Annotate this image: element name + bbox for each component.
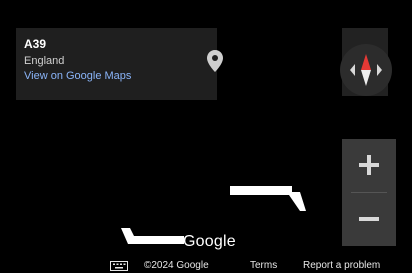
zoom-control (342, 139, 396, 246)
copyright-text: ©2024 Google (144, 260, 209, 271)
place-region: England (24, 55, 65, 67)
road-segment-upper (230, 186, 306, 211)
google-logo: Google (183, 233, 236, 250)
map-viewport[interactable]: A39 England View on Google Maps Google ©… (0, 0, 412, 273)
compass-icon[interactable] (336, 42, 396, 98)
keyboard-icon[interactable] (110, 261, 128, 271)
minus-icon (359, 217, 379, 221)
road-segment-lower (121, 228, 184, 244)
terms-link[interactable]: Terms (250, 258, 277, 273)
zoom-out-button[interactable] (342, 193, 396, 246)
place-card: A39 England View on Google Maps (16, 28, 223, 100)
report-problem-link[interactable]: Report a problem (303, 258, 380, 273)
view-on-google-maps-link[interactable]: View on Google Maps (24, 69, 217, 83)
zoom-in-button[interactable] (342, 139, 396, 192)
map-pin-icon[interactable] (204, 48, 226, 76)
plus-icon (359, 155, 379, 175)
map-footer: ©2024 Google Terms Report a problem (0, 258, 412, 273)
place-title: A39 (24, 37, 47, 51)
